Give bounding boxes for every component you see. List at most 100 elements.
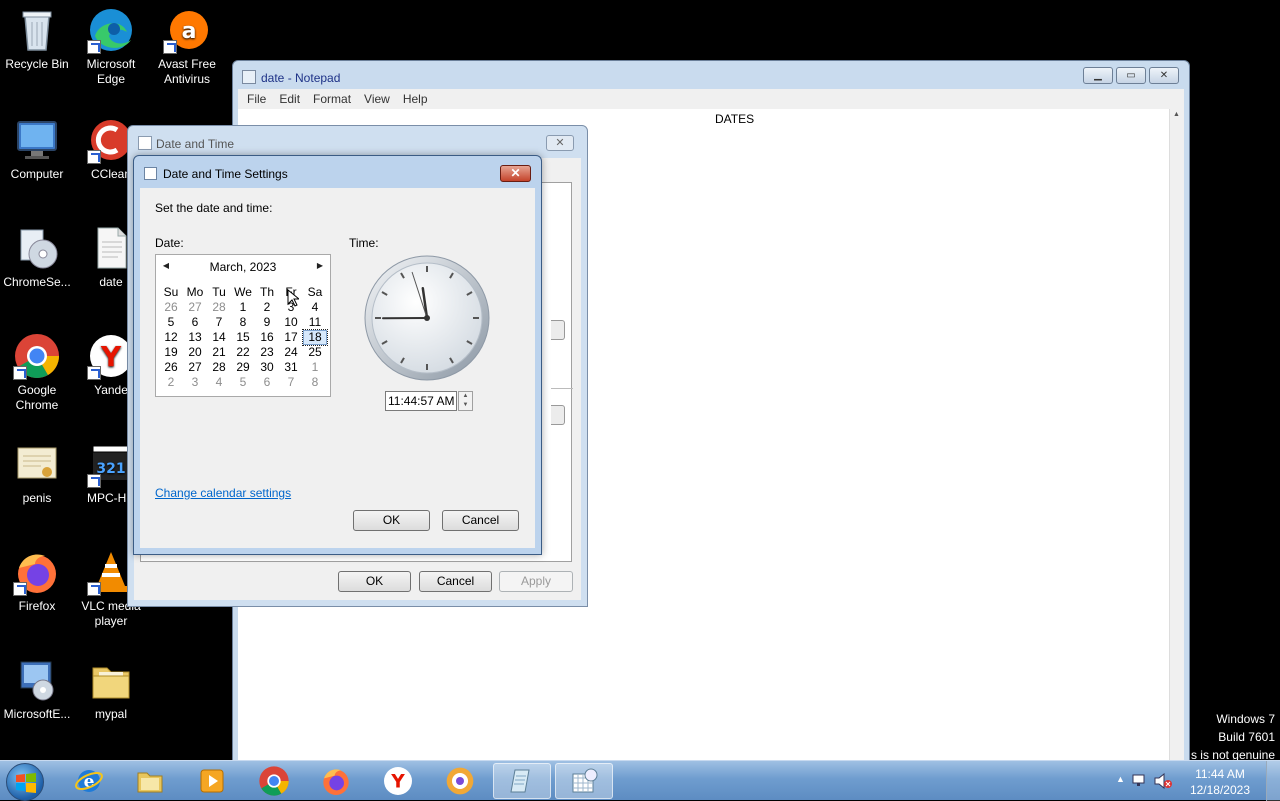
settings-cancel-button[interactable]: Cancel bbox=[442, 510, 519, 531]
calendar-day[interactable]: 22 bbox=[231, 345, 255, 360]
calendar-day[interactable]: 24 bbox=[279, 345, 303, 360]
chrome-icon bbox=[258, 765, 290, 797]
desktop-icon-microsoft-edge-installer[interactable]: MicrosoftE... bbox=[0, 656, 75, 722]
taskbar-windows-explorer[interactable] bbox=[121, 763, 179, 799]
notepad-scrollbar[interactable] bbox=[1169, 109, 1184, 769]
calendar-week-row: 2345678 bbox=[159, 375, 327, 390]
calendar-day[interactable]: 12 bbox=[159, 330, 183, 345]
desktop-icon-computer[interactable]: Computer bbox=[0, 116, 75, 182]
settings-ok-button[interactable]: OK bbox=[353, 510, 430, 531]
calendar-day[interactable]: 26 bbox=[159, 300, 183, 315]
taskbar-clock[interactable]: 11:44 AM 12/18/2023 bbox=[1190, 766, 1250, 798]
cancel-button[interactable]: Cancel bbox=[419, 571, 492, 592]
taskbar-date-time[interactable] bbox=[555, 763, 613, 799]
desktop-icon-microsoft-edge[interactable]: Microsoft Edge bbox=[73, 6, 149, 87]
calendar-day[interactable]: 1 bbox=[231, 300, 255, 315]
minimize-button[interactable]: ▁ bbox=[1083, 67, 1113, 84]
menu-format[interactable]: Format bbox=[308, 89, 359, 109]
taskbar-yandex[interactable]: Y bbox=[369, 763, 427, 799]
taskbar-mypal[interactable] bbox=[431, 763, 489, 799]
close-button[interactable]: ✕ bbox=[1149, 67, 1179, 84]
volume-muted-icon[interactable] bbox=[1154, 773, 1172, 789]
desktop-icon-avast[interactable]: a Avast Free Antivirus bbox=[149, 6, 225, 87]
calendar-day[interactable]: 6 bbox=[183, 315, 207, 330]
menu-help[interactable]: Help bbox=[398, 89, 436, 109]
time-up-icon[interactable]: ▲ bbox=[459, 392, 472, 401]
date-and-time-close-button[interactable]: ✕ bbox=[546, 135, 574, 151]
change-calendar-settings-link[interactable]: Change calendar settings bbox=[155, 486, 291, 500]
calendar-day[interactable]: 3 bbox=[183, 375, 207, 390]
calendar-day[interactable]: 2 bbox=[255, 300, 279, 315]
calendar-day[interactable]: 15 bbox=[231, 330, 255, 345]
calendar-day[interactable]: 8 bbox=[231, 315, 255, 330]
ok-button[interactable]: OK bbox=[338, 571, 411, 592]
maximize-button[interactable]: ▭ bbox=[1116, 67, 1146, 84]
calendar-day[interactable]: 16 bbox=[255, 330, 279, 345]
calendar-day[interactable]: 8 bbox=[303, 375, 327, 390]
menu-file[interactable]: File bbox=[242, 89, 274, 109]
calendar-day[interactable]: 25 bbox=[303, 345, 327, 360]
menu-edit[interactable]: Edit bbox=[274, 89, 308, 109]
calendar-day[interactable]: 11 bbox=[303, 315, 327, 330]
calendar-day[interactable]: 5 bbox=[159, 315, 183, 330]
calendar-day[interactable]: 20 bbox=[183, 345, 207, 360]
desktop-icon-firefox[interactable]: Firefox bbox=[0, 548, 75, 614]
start-button[interactable] bbox=[6, 763, 44, 801]
show-hidden-icons-icon[interactable]: ▲ bbox=[1116, 774, 1125, 784]
calendar-day[interactable]: 18 bbox=[303, 330, 327, 345]
calendar-day[interactable]: 14 bbox=[207, 330, 231, 345]
calendar-day[interactable]: 21 bbox=[207, 345, 231, 360]
date-time-settings-dialog[interactable]: Date and Time Settings ✕ Set the date an… bbox=[133, 155, 542, 555]
calendar-day[interactable]: 29 bbox=[231, 360, 255, 375]
next-month-icon[interactable]: ▶ bbox=[314, 260, 326, 272]
taskbar-chrome[interactable] bbox=[245, 763, 303, 799]
desktop-icon-google-chrome[interactable]: Google Chrome bbox=[0, 332, 75, 413]
calendar-day[interactable]: 28 bbox=[207, 300, 231, 315]
settings-close-button[interactable]: ✕ bbox=[500, 165, 531, 182]
desktop-icon-chrome-setup[interactable]: ChromeSe... bbox=[0, 224, 75, 290]
calendar-day[interactable]: 28 bbox=[207, 360, 231, 375]
calendar-weekday-row: SuMoTuWeThFrSa bbox=[159, 285, 327, 300]
notepad-icon bbox=[242, 70, 256, 84]
desktop-icon-penis[interactable]: penis bbox=[0, 440, 75, 506]
taskbar-internet-explorer[interactable]: e bbox=[60, 763, 118, 799]
calendar-day[interactable]: 6 bbox=[255, 375, 279, 390]
menu-view[interactable]: View bbox=[359, 89, 398, 109]
calendar-day[interactable]: 30 bbox=[255, 360, 279, 375]
calendar-day[interactable]: 13 bbox=[183, 330, 207, 345]
desktop-icon-mypal[interactable]: mypal bbox=[73, 656, 149, 722]
calendar-day[interactable]: 27 bbox=[183, 300, 207, 315]
time-spinner[interactable]: ▲ ▼ bbox=[458, 391, 473, 411]
calendar-day[interactable]: 4 bbox=[207, 375, 231, 390]
taskbar-firefox[interactable] bbox=[307, 763, 365, 799]
desktop-icon-recycle-bin[interactable]: Recycle Bin bbox=[0, 6, 75, 72]
calendar-day[interactable]: 26 bbox=[159, 360, 183, 375]
calendar-day[interactable]: 2 bbox=[159, 375, 183, 390]
calendar-day[interactable]: 7 bbox=[207, 315, 231, 330]
network-icon[interactable] bbox=[1132, 773, 1150, 789]
change-timezone-button-stub[interactable] bbox=[551, 405, 565, 425]
calendar-day[interactable]: 9 bbox=[255, 315, 279, 330]
apply-button[interactable]: Apply bbox=[499, 571, 573, 592]
taskbar-media-player[interactable] bbox=[183, 763, 241, 799]
calendar-day[interactable]: 19 bbox=[159, 345, 183, 360]
notepad-titlebar[interactable]: date - Notepad ▁ ▭ ✕ bbox=[233, 61, 1189, 91]
calendar-day[interactable]: 31 bbox=[279, 360, 303, 375]
date-label: Date: bbox=[155, 236, 184, 250]
calendar-day[interactable]: 5 bbox=[231, 375, 255, 390]
calendar-day[interactable]: 17 bbox=[279, 330, 303, 345]
calendar-day[interactable]: 10 bbox=[279, 315, 303, 330]
notepad-menubar: File Edit Format View Help bbox=[238, 89, 1184, 109]
change-button-stub[interactable] bbox=[551, 320, 565, 340]
calendar-day[interactable]: 4 bbox=[303, 300, 327, 315]
time-down-icon[interactable]: ▼ bbox=[459, 401, 472, 410]
calendar-day[interactable]: 23 bbox=[255, 345, 279, 360]
calendar[interactable]: ◀ March, 2023 ▶ SuMoTuWeThFrSa2627281234… bbox=[155, 254, 331, 397]
taskbar-notepad[interactable] bbox=[493, 763, 551, 799]
time-input[interactable]: 11:44:57 AM bbox=[385, 391, 457, 411]
calendar-day[interactable]: 7 bbox=[279, 375, 303, 390]
calendar-day[interactable]: 27 bbox=[183, 360, 207, 375]
calendar-month[interactable]: March, 2023 bbox=[156, 260, 330, 274]
calendar-day[interactable]: 1 bbox=[303, 360, 327, 375]
show-desktop-button[interactable] bbox=[1266, 761, 1280, 801]
